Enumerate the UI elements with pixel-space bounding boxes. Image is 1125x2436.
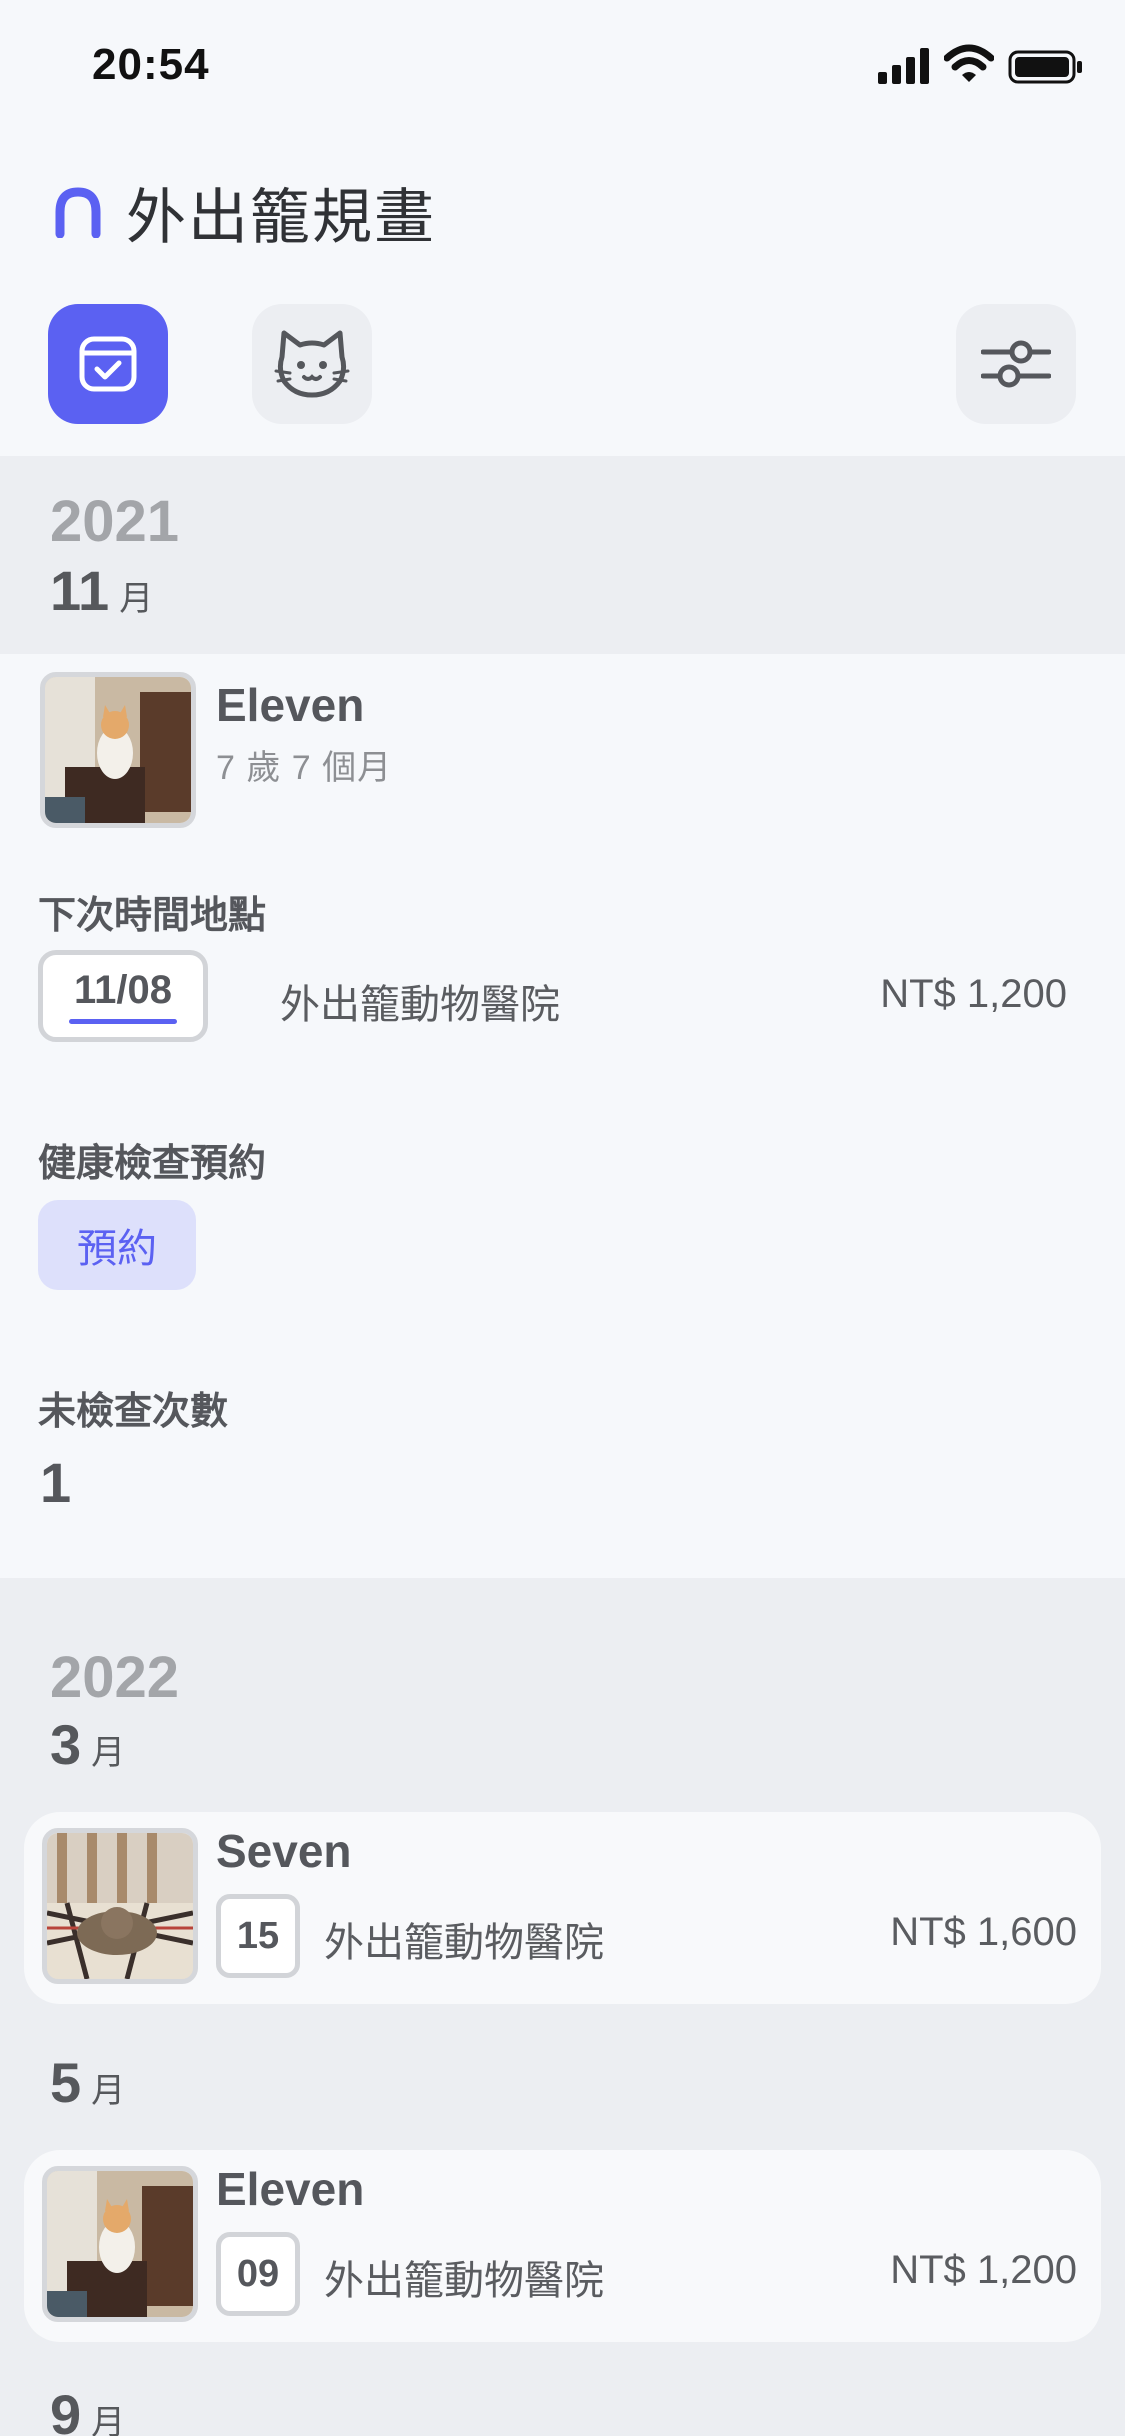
page-title: 外出籠規畫 — [126, 183, 436, 251]
date-text: 11/08 — [74, 968, 172, 1012]
next-visit-label: 下次時間地點 — [38, 895, 267, 937]
filter-settings-button[interactable] — [956, 304, 1076, 424]
month-label: 9月 — [50, 2382, 125, 2436]
month-unit: 月 — [91, 1734, 126, 1772]
unchecked-count: 1 — [40, 1451, 72, 1514]
cat-photo-image — [47, 2171, 193, 2317]
month-number: 5 — [50, 2051, 82, 2114]
wifi-icon — [944, 44, 994, 82]
cat-icon — [274, 330, 350, 398]
price: NT$ 1,200 — [880, 972, 1067, 1016]
price: NT$ 1,600 — [890, 1910, 1077, 1954]
status-bar: 20:54 — [0, 0, 1125, 130]
clinic-name: 外出籠動物醫院 — [324, 1921, 604, 1965]
cat-photo-seven — [42, 1828, 198, 1984]
calendar-tab-button[interactable] — [48, 304, 168, 424]
cat-name: Eleven — [216, 2163, 365, 2215]
month-number: 3 — [50, 1713, 82, 1776]
month-unit: 月 — [91, 2404, 126, 2436]
price: NT$ 1,200 — [890, 2248, 1077, 2292]
reserve-button[interactable]: 預約 — [38, 1200, 196, 1290]
year-group-header-2021: 2021 11 月 — [0, 456, 1125, 654]
schedule-card-seven[interactable]: Seven 15 外出籠動物醫院 NT$ 1,600 — [24, 1812, 1101, 2004]
month-number: 11 — [50, 559, 110, 622]
calendar-check-icon — [79, 336, 137, 392]
next-visit-date[interactable]: 11/08 — [38, 950, 208, 1042]
year-label: 2022 — [50, 1645, 180, 1710]
year-label: 2021 — [50, 489, 180, 554]
cat-photo-eleven — [42, 2166, 198, 2322]
cat-age: 7 歲 7 個月 — [216, 749, 393, 787]
month-unit: 月 — [91, 2072, 126, 2110]
month-label: 11 月 — [50, 558, 153, 623]
unchecked-count-label: 未檢查次數 — [38, 1391, 229, 1433]
sliders-icon — [981, 340, 1051, 388]
cat-photo-image — [47, 1833, 193, 1979]
month-label: 3月 — [50, 1712, 125, 1777]
clinic-name: 外出籠動物醫院 — [324, 2259, 604, 2303]
clinic-name: 外出籠動物醫院 — [280, 983, 560, 1027]
date-underline — [69, 1019, 177, 1024]
cat-photo-eleven[interactable] — [40, 672, 196, 828]
cats-tab-button[interactable] — [252, 304, 372, 424]
cat-name: Seven — [216, 1825, 352, 1877]
cellular-signal-icon — [878, 48, 929, 84]
visit-day: 15 — [216, 1894, 300, 1978]
month-unit: 月 — [119, 580, 154, 618]
cat-photo-image — [45, 677, 191, 823]
month-number: 9 — [50, 2383, 82, 2436]
month-label: 5月 — [50, 2050, 125, 2115]
battery-icon — [1008, 50, 1082, 84]
schedule-card-eleven[interactable]: Eleven 09 外出籠動物醫院 NT$ 1,200 — [24, 2150, 1101, 2342]
year-group-2022: 2022 3月 Seven 15 外出籠動物醫院 NT$ 1,600 5月 El… — [0, 1578, 1125, 2436]
status-time: 20:54 — [92, 40, 210, 89]
health-check-label: 健康檢查預約 — [38, 1143, 267, 1185]
app-logo-icon — [55, 187, 101, 238]
visit-day: 09 — [216, 2232, 300, 2316]
app-header: 外出籠規畫 — [52, 172, 436, 252]
cat-name: Eleven — [216, 679, 365, 731]
